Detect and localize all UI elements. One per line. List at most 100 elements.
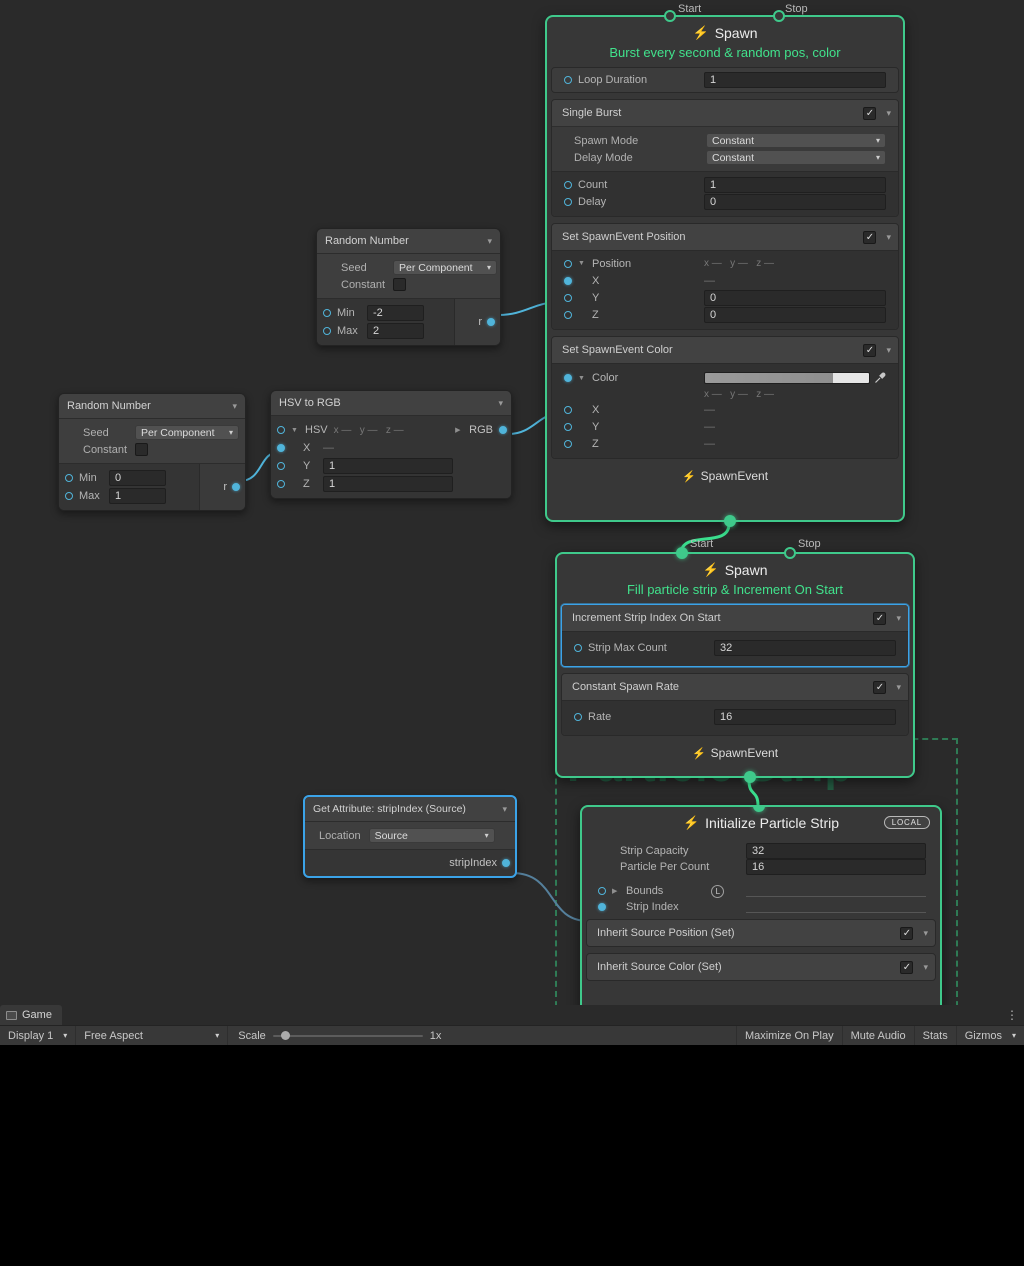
position-port[interactable] (564, 260, 572, 268)
block-enabled-checkbox[interactable]: ✓ (873, 681, 886, 694)
gizmos-dropdown[interactable]: Gizmos ▾ (956, 1026, 1024, 1045)
initialize-particle-strip-context[interactable]: ⚡ Initialize Particle Strip LOCAL Strip … (580, 805, 942, 1005)
max-port[interactable] (323, 327, 331, 335)
chevron-down-icon[interactable]: ▾ (892, 613, 901, 624)
spawnevent-output-port[interactable] (744, 771, 756, 783)
expander-closed-icon[interactable]: ▶ (612, 887, 620, 895)
aspect-dropdown[interactable]: Free Aspect ▾ (76, 1026, 228, 1045)
loop-duration-port[interactable] (564, 76, 572, 84)
delay-port[interactable] (564, 198, 572, 206)
block-inherit-source-position[interactable]: Inherit Source Position (Set) ✓ ▾ (586, 919, 936, 947)
block-enabled-checkbox[interactable]: ✓ (863, 107, 876, 120)
min-port[interactable] (323, 309, 331, 317)
z-port[interactable] (277, 480, 285, 488)
random-number-node-top[interactable]: Random Number ▾ Seed Per Component▾ Cons… (316, 228, 501, 346)
node-header[interactable]: HSV to RGB ▾ (271, 391, 511, 416)
color-port[interactable] (564, 374, 572, 382)
max-port[interactable] (65, 492, 73, 500)
z-field[interactable]: 0 (704, 307, 886, 323)
chevron-down-icon[interactable]: ▾ (882, 232, 891, 243)
eyedropper-icon[interactable] (874, 372, 886, 384)
block-enabled-checkbox[interactable]: ✓ (873, 612, 886, 625)
color-x-port[interactable] (564, 406, 572, 414)
block-constant-spawn-rate[interactable]: Constant Spawn Rate ✓ ▾ Rate 16 (561, 673, 909, 736)
color-z-port[interactable] (564, 440, 572, 448)
y-field[interactable]: 1 (323, 458, 453, 474)
y-port[interactable] (277, 462, 285, 470)
tab-menu-icon[interactable]: ⋮ (1000, 1005, 1024, 1025)
spawn-context-strip[interactable]: Start Stop ⚡ Spawn Fill particle strip &… (555, 552, 915, 778)
chevron-down-icon[interactable]: ▾ (498, 804, 507, 815)
scale-slider[interactable] (273, 1031, 423, 1041)
strip-max-count-port[interactable] (574, 644, 582, 652)
hsv-port[interactable] (277, 426, 285, 434)
stats-button[interactable]: Stats (914, 1026, 956, 1045)
seed-dropdown[interactable]: Per Component▾ (393, 260, 497, 275)
maximize-on-play-button[interactable]: Maximize On Play (736, 1026, 842, 1045)
block-set-spawnevent-position[interactable]: Set SpawnEvent Position ✓ ▾ ▼ Position x… (551, 223, 899, 330)
random-output-port[interactable] (232, 483, 240, 491)
delay-field[interactable]: 0 (704, 194, 886, 210)
node-header[interactable]: Random Number ▾ (317, 229, 500, 254)
graph-canvas[interactable]: Particle Strip Random Number ▾ Seed Per … (0, 0, 1024, 1005)
random-number-node-left[interactable]: Random Number ▾ Seed Per Component▾ Cons… (58, 393, 246, 511)
block-inherit-source-color[interactable]: Inherit Source Color (Set) ✓ ▾ (586, 953, 936, 981)
chevron-down-icon[interactable]: ▾ (494, 398, 503, 409)
block-enabled-checkbox[interactable]: ✓ (863, 344, 876, 357)
start-flow-port[interactable] (676, 547, 688, 559)
block-enabled-checkbox[interactable]: ✓ (900, 961, 913, 974)
get-attribute-node[interactable]: Get Attribute: stripIndex (Source) ▾ Loc… (303, 795, 517, 878)
bounds-port[interactable] (598, 887, 606, 895)
position-x-port[interactable] (564, 277, 572, 285)
spawnevent-output-port[interactable] (724, 515, 736, 527)
chevron-down-icon[interactable]: ▾ (483, 236, 492, 247)
strip-index-port[interactable] (598, 903, 606, 911)
edge-stripindex-to-initialize[interactable] (512, 873, 588, 921)
stripindex-output-port[interactable] (502, 859, 510, 867)
slider-knob[interactable] (281, 1031, 290, 1040)
mute-audio-button[interactable]: Mute Audio (842, 1026, 914, 1045)
tab-game[interactable]: Game (0, 1005, 62, 1025)
particle-per-count-field[interactable]: 16 (746, 859, 926, 875)
node-header[interactable]: Random Number ▾ (59, 394, 245, 419)
game-view[interactable] (0, 1045, 1024, 1266)
local-space-badge[interactable]: LOCAL (884, 816, 930, 829)
hsv-to-rgb-node[interactable]: HSV to RGB ▾ ▼ HSV x — y — z — ▶ RGB X — (270, 390, 512, 499)
chevron-down-icon[interactable]: ▾ (228, 401, 237, 412)
strip-capacity-field[interactable]: 32 (746, 843, 926, 859)
expander-open-icon[interactable]: ▼ (578, 375, 586, 382)
block-enabled-checkbox[interactable]: ✓ (863, 231, 876, 244)
loop-duration-field[interactable]: 1 (704, 72, 886, 88)
expander-open-icon[interactable]: ▼ (578, 260, 586, 267)
spawn-context-burst[interactable]: Start Stop ⚡ Spawn Burst every second & … (545, 15, 905, 522)
count-port[interactable] (564, 181, 572, 189)
expander-closed-icon[interactable]: ▶ (455, 426, 463, 434)
color-y-port[interactable] (564, 423, 572, 431)
bounds-field[interactable] (746, 885, 926, 897)
node-header[interactable]: Get Attribute: stripIndex (Source) ▾ (305, 797, 515, 822)
stop-flow-port[interactable] (784, 547, 796, 559)
stop-flow-port[interactable] (773, 10, 785, 22)
random-output-port[interactable] (487, 318, 495, 326)
min-port[interactable] (65, 474, 73, 482)
chevron-down-icon[interactable]: ▾ (892, 682, 901, 693)
display-dropdown[interactable]: Display 1 ▾ (0, 1026, 76, 1045)
constant-checkbox[interactable] (135, 443, 148, 456)
chevron-down-icon[interactable]: ▾ (882, 345, 891, 356)
block-enabled-checkbox[interactable]: ✓ (900, 927, 913, 940)
block-increment-strip-index[interactable]: Increment Strip Index On Start ✓ ▾ Strip… (561, 604, 909, 667)
min-field[interactable]: -2 (367, 305, 424, 321)
block-single-burst[interactable]: Single Burst ✓ ▾ Spawn Mode Constant▾ De… (551, 99, 899, 217)
max-field[interactable]: 1 (109, 488, 166, 504)
chevron-down-icon[interactable]: ▾ (919, 962, 928, 973)
location-dropdown[interactable]: Source▾ (369, 828, 495, 843)
spawn-mode-dropdown[interactable]: Constant▾ (706, 133, 886, 148)
strip-max-count-field[interactable]: 32 (714, 640, 896, 656)
block-loop-duration[interactable]: Loop Duration 1 (551, 67, 899, 93)
y-field[interactable]: 0 (704, 290, 886, 306)
chevron-down-icon[interactable]: ▾ (919, 928, 928, 939)
max-field[interactable]: 2 (367, 323, 424, 339)
x-port[interactable] (277, 444, 285, 452)
expander-open-icon[interactable]: ▼ (291, 427, 299, 434)
min-field[interactable]: 0 (109, 470, 166, 486)
